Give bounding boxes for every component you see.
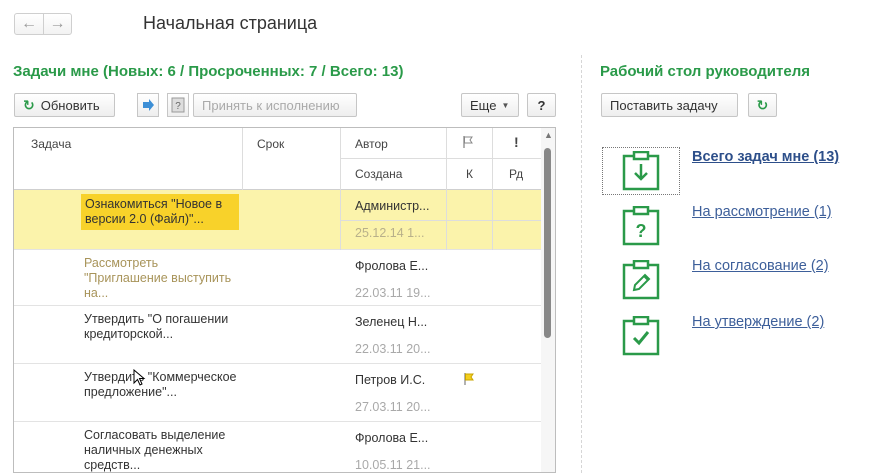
table-row[interactable]: Утвердить "Коммерческое предложение"... … xyxy=(14,364,541,422)
forward-task-button[interactable] xyxy=(137,93,159,117)
column-task[interactable]: Задача xyxy=(31,137,71,151)
set-task-button-label: Поставить задачу xyxy=(610,97,718,113)
clipboard-pencil-icon xyxy=(602,256,680,304)
tasks-panel-title[interactable]: Задачи мне (Новых: 6 / Просроченных: 7 /… xyxy=(13,63,403,80)
review-link[interactable]: На рассмотрение (1) xyxy=(692,204,832,220)
clipboard-down-arrow-icon xyxy=(602,147,680,195)
help-tasks-button[interactable]: ? xyxy=(167,93,189,117)
help-button-label: ? xyxy=(537,97,546,113)
arrow-left-icon: ← xyxy=(21,15,37,32)
accept-button-label: Принять к исполнению xyxy=(202,97,340,113)
flag-icon[interactable] xyxy=(462,372,476,391)
back-button[interactable]: ← xyxy=(15,14,43,34)
approval-link[interactable]: На согласование (2) xyxy=(692,258,829,274)
refresh-icon: ↻ xyxy=(23,96,35,113)
scrollbar-thumb[interactable] xyxy=(544,148,551,338)
task-cell: Утвердить "Коммерческое предложение"... xyxy=(84,370,237,399)
header-divider xyxy=(446,128,447,190)
created-cell: 22.03.11 19... xyxy=(355,286,431,300)
table-header: Задача Срок Автор Создана К ! Рд xyxy=(14,128,541,190)
created-cell: 25.12.14 1... xyxy=(355,226,425,240)
column-author[interactable]: Автор xyxy=(355,137,388,151)
dashboard-item-confirmation[interactable]: На утверждение (2) xyxy=(602,312,862,360)
column-control[interactable]: К xyxy=(466,167,473,181)
task-cell: Согласовать выделение наличных денежных … xyxy=(84,428,226,472)
flag-column-icon[interactable] xyxy=(461,135,475,152)
mouse-cursor-icon xyxy=(133,368,147,392)
table-row[interactable]: Согласовать выделение наличных денежных … xyxy=(14,422,541,472)
column-deadline[interactable]: Срок xyxy=(257,137,284,151)
arrow-right-icon: → xyxy=(49,15,66,32)
author-cell: Петров И.С. xyxy=(355,373,426,387)
dashboard-item-approval[interactable]: На согласование (2) xyxy=(602,256,862,304)
nav-buttons: ← → xyxy=(14,13,72,35)
dashboard-item-review[interactable]: ? На рассмотрение (1) xyxy=(602,202,862,250)
accept-for-execution-button[interactable]: Принять к исполнению xyxy=(193,93,357,117)
dashboard-refresh-button[interactable]: ↻ xyxy=(748,93,777,117)
task-cell: Ознакомиться "Новое в версии 2.0 (Файл)"… xyxy=(81,194,239,230)
table-row[interactable]: Ознакомиться "Новое в версии 2.0 (Файл)"… xyxy=(14,190,541,250)
column-importance[interactable]: ! xyxy=(514,134,519,150)
arrow-right-blue-icon xyxy=(143,99,154,111)
task-cell: Рассмотреть "Приглашение выступить на... xyxy=(84,256,232,300)
author-cell: Зеленец Н... xyxy=(355,315,428,329)
clipboard-question-icon: ? xyxy=(602,202,680,250)
question-doc-icon: ? xyxy=(171,97,185,113)
all-tasks-link[interactable]: Всего задач мне (13) xyxy=(692,149,839,165)
refresh-icon: ↻ xyxy=(756,96,769,113)
set-task-button[interactable]: Поставить задачу xyxy=(601,93,738,117)
author-cell: Фролова Е... xyxy=(355,259,429,273)
cell-divider xyxy=(340,220,541,221)
author-cell: Фролова Е... xyxy=(355,431,429,445)
header-divider xyxy=(340,158,541,159)
tasks-table: Задача Срок Автор Создана К ! Рд Ознаком… xyxy=(13,127,556,473)
tasks-panel: Задачи мне (Новых: 6 / Просроченных: 7 /… xyxy=(0,50,575,473)
table-row[interactable]: Утвердить "О погашении кредиторской... З… xyxy=(14,306,541,364)
svg-text:?: ? xyxy=(636,221,647,241)
page-title: Начальная страница xyxy=(143,13,318,33)
dashboard-title[interactable]: Рабочий стол руководителя xyxy=(600,63,810,80)
refresh-button[interactable]: ↻ Обновить xyxy=(14,93,115,117)
column-subtasks[interactable]: Рд xyxy=(509,167,523,181)
forward-button[interactable]: → xyxy=(43,14,71,34)
header-divider xyxy=(242,128,243,190)
created-cell: 22.03.11 20... xyxy=(355,342,431,356)
more-button[interactable]: Еще ▼ xyxy=(461,93,519,117)
author-cell: Администр... xyxy=(355,199,430,213)
manager-dashboard: Рабочий стол руководителя Поставить зада… xyxy=(582,50,874,473)
table-row[interactable]: Рассмотреть "Приглашение выступить на...… xyxy=(14,250,541,306)
chevron-down-icon: ▼ xyxy=(501,100,510,110)
dashboard-item-all-tasks[interactable]: Всего задач мне (13) xyxy=(602,147,862,195)
scroll-up-icon[interactable]: ▲ xyxy=(544,130,553,140)
created-cell: 10.05.11 21... xyxy=(355,458,431,472)
top-bar: ← → Начальная страница xyxy=(0,0,874,50)
task-cell: Утвердить "О погашении кредиторской... xyxy=(84,312,229,341)
vertical-scrollbar[interactable]: ▲ xyxy=(541,128,555,472)
svg-text:?: ? xyxy=(175,101,181,112)
more-button-label: Еще xyxy=(470,97,497,113)
header-divider xyxy=(492,128,493,190)
clipboard-check-icon xyxy=(602,312,680,360)
header-divider xyxy=(340,128,341,190)
confirmation-link[interactable]: На утверждение (2) xyxy=(692,314,824,330)
created-cell: 27.03.11 20... xyxy=(355,400,431,414)
refresh-button-label: Обновить xyxy=(40,97,100,113)
column-created[interactable]: Создана xyxy=(355,167,402,181)
help-button[interactable]: ? xyxy=(527,93,556,117)
